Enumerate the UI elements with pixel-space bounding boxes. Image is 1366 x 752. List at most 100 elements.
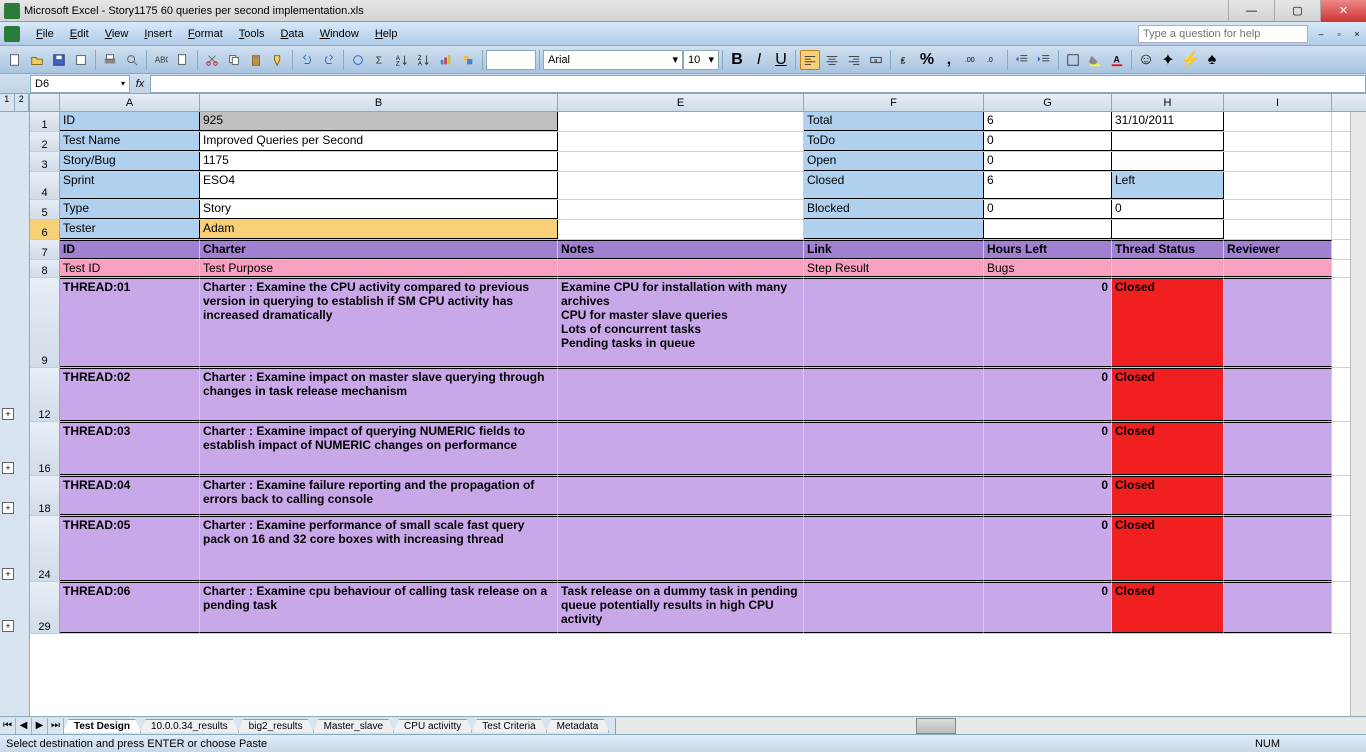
- cell[interactable]: Charter : Examine impact on master slave…: [200, 368, 558, 421]
- cell[interactable]: ESO4: [200, 172, 558, 199]
- cell[interactable]: [1224, 368, 1332, 421]
- format-painter-button[interactable]: [268, 50, 288, 70]
- cell[interactable]: 6: [984, 112, 1112, 131]
- cell[interactable]: [558, 516, 804, 581]
- doc-close-button[interactable]: ×: [1350, 27, 1364, 41]
- cell[interactable]: Charter : Examine failure reporting and …: [200, 476, 558, 515]
- cell[interactable]: Examine CPU for installation with many a…: [558, 278, 804, 367]
- cell[interactable]: Story/Bug: [60, 152, 200, 171]
- cell[interactable]: [804, 476, 984, 515]
- menu-file[interactable]: File: [28, 26, 62, 42]
- cell[interactable]: Charter : Examine impact of querying NUM…: [200, 422, 558, 475]
- sheet-tab[interactable]: Metadata: [546, 719, 610, 733]
- column-header-E[interactable]: E: [558, 94, 804, 111]
- undo-button[interactable]: [297, 50, 317, 70]
- cell[interactable]: [1112, 260, 1224, 277]
- minimize-button[interactable]: —: [1228, 0, 1274, 22]
- row-header-9[interactable]: 9: [30, 278, 60, 368]
- help-search-input[interactable]: [1138, 25, 1308, 43]
- cell[interactable]: 0: [984, 152, 1112, 171]
- currency-button[interactable]: ₤: [895, 50, 915, 70]
- cell[interactable]: [1224, 516, 1332, 581]
- outline-expand-button[interactable]: +: [2, 568, 14, 580]
- cell[interactable]: [1224, 172, 1332, 199]
- cell[interactable]: Task release on a dummy task in pending …: [558, 582, 804, 633]
- cell[interactable]: Closed: [1112, 516, 1224, 581]
- fx-button[interactable]: fx: [130, 78, 150, 90]
- row-header-7[interactable]: 7: [30, 240, 60, 260]
- cell[interactable]: [804, 516, 984, 581]
- cell[interactable]: Notes: [558, 240, 804, 259]
- cell[interactable]: [558, 172, 804, 199]
- row-header-16[interactable]: 16: [30, 422, 60, 476]
- cell[interactable]: [1224, 112, 1332, 131]
- research-button[interactable]: [173, 50, 193, 70]
- cell[interactable]: 0: [984, 516, 1112, 581]
- select-all-corner[interactable]: [30, 94, 60, 111]
- cell[interactable]: [1224, 200, 1332, 219]
- cell[interactable]: [558, 260, 804, 277]
- cell[interactable]: Improved Queries per Second: [200, 132, 558, 151]
- align-left-button[interactable]: [800, 50, 820, 70]
- horizontal-scrollbar[interactable]: [615, 718, 1366, 734]
- star-icon[interactable]: ✦: [1158, 50, 1178, 70]
- outline-expand-button[interactable]: +: [2, 502, 14, 514]
- spade-icon[interactable]: ♠: [1202, 50, 1222, 70]
- row-header-29[interactable]: 29: [30, 582, 60, 634]
- font-color-button[interactable]: A: [1107, 50, 1127, 70]
- row-header-5[interactable]: 5: [30, 200, 60, 220]
- excel-doc-icon[interactable]: [4, 26, 20, 42]
- row-header-18[interactable]: 18: [30, 476, 60, 516]
- cell[interactable]: Open: [804, 152, 984, 171]
- hyperlink-button[interactable]: [348, 50, 368, 70]
- cell[interactable]: Step Result: [804, 260, 984, 277]
- row-header-3[interactable]: 3: [30, 152, 60, 172]
- sheet-tab[interactable]: Test Criteria: [471, 719, 546, 733]
- cell[interactable]: Hours Left: [984, 240, 1112, 259]
- cell[interactable]: [804, 368, 984, 421]
- paste-button[interactable]: [246, 50, 266, 70]
- cell[interactable]: Story: [200, 200, 558, 219]
- tab-nav-next[interactable]: ▶: [32, 718, 48, 734]
- cell[interactable]: [1224, 278, 1332, 367]
- menu-help[interactable]: Help: [367, 26, 406, 42]
- bold-button[interactable]: B: [727, 50, 747, 70]
- vertical-scrollbar[interactable]: [1350, 112, 1366, 716]
- cell[interactable]: Closed: [804, 172, 984, 199]
- menu-tools[interactable]: Tools: [231, 26, 273, 42]
- cell[interactable]: Test Purpose: [200, 260, 558, 277]
- menu-window[interactable]: Window: [312, 26, 367, 42]
- cell[interactable]: [804, 220, 984, 239]
- column-header-H[interactable]: H: [1112, 94, 1224, 111]
- cell[interactable]: THREAD:01: [60, 278, 200, 367]
- cell[interactable]: THREAD:05: [60, 516, 200, 581]
- cell[interactable]: [804, 422, 984, 475]
- new-button[interactable]: [5, 50, 25, 70]
- cell[interactable]: Sprint: [60, 172, 200, 199]
- borders-button[interactable]: [1063, 50, 1083, 70]
- cell[interactable]: Charter : Examine performance of small s…: [200, 516, 558, 581]
- sheet-tab[interactable]: Test Design: [63, 719, 141, 733]
- cell[interactable]: ID: [60, 112, 200, 131]
- merge-center-button[interactable]: a: [866, 50, 886, 70]
- row-header-24[interactable]: 24: [30, 516, 60, 582]
- cell[interactable]: [804, 278, 984, 367]
- cell[interactable]: [558, 220, 804, 239]
- cell[interactable]: [1224, 422, 1332, 475]
- cell[interactable]: 6: [984, 172, 1112, 199]
- cell[interactable]: [558, 132, 804, 151]
- menu-edit[interactable]: Edit: [62, 26, 97, 42]
- comma-button[interactable]: ,: [939, 50, 959, 70]
- cell[interactable]: 0: [984, 476, 1112, 515]
- sheet-tab[interactable]: CPU activitty: [393, 719, 472, 733]
- row-header-12[interactable]: 12: [30, 368, 60, 422]
- redo-button[interactable]: [319, 50, 339, 70]
- font-name-dropdown[interactable]: Arial▾: [543, 50, 683, 70]
- align-right-button[interactable]: [844, 50, 864, 70]
- outline-expand-button[interactable]: +: [2, 408, 14, 420]
- column-header-I[interactable]: I: [1224, 94, 1332, 111]
- cell[interactable]: Test ID: [60, 260, 200, 277]
- spelling-button[interactable]: ABC: [151, 50, 171, 70]
- outline-level-2[interactable]: 2: [15, 94, 30, 111]
- tab-nav-last[interactable]: ⏭: [48, 718, 64, 734]
